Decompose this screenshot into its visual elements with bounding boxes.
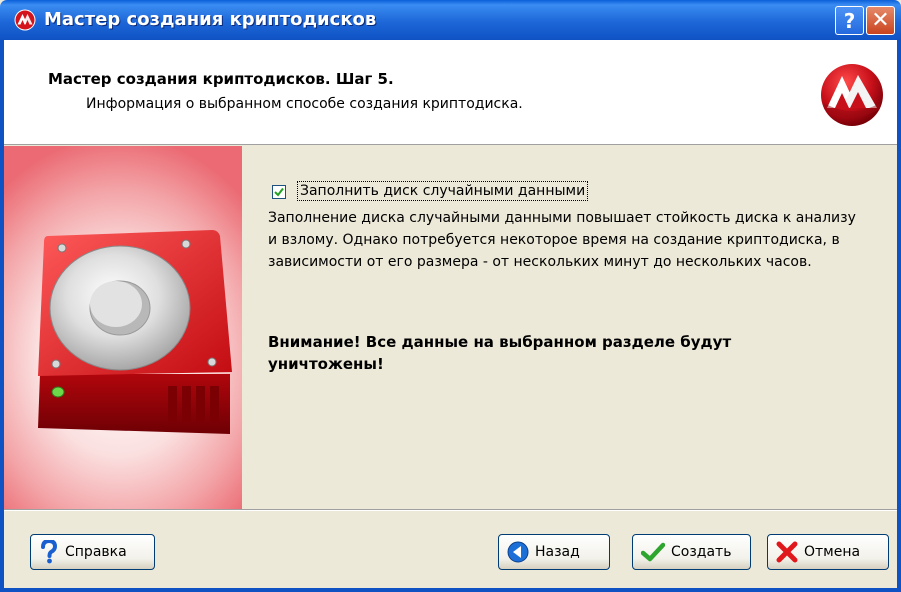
wizard-header: Мастер создания криптодисков. Шаг 5. Инф… <box>4 40 897 145</box>
checkmark-icon <box>274 187 284 197</box>
cancel-button-label: Отмена <box>804 544 861 560</box>
step-content: Заполнить диск случайными данными Заполн… <box>242 146 897 510</box>
window-title: Мастер создания криптодисков <box>44 9 377 30</box>
back-button-label: Назад <box>535 544 580 560</box>
titlebar-close-button[interactable]: ✕ <box>866 6 895 35</box>
question-mark-icon: ? <box>843 8 856 33</box>
window-frame-left <box>0 40 4 592</box>
window-frame-right <box>897 40 901 592</box>
wizard-footer: Справка Назад Создать Отмена <box>4 510 897 589</box>
app-logo-icon <box>14 9 36 31</box>
create-button-label: Создать <box>671 544 732 560</box>
fill-random-checkbox[interactable] <box>272 185 286 199</box>
question-mark-icon <box>41 540 58 564</box>
fill-random-description: Заполнение диска случайными данными повы… <box>268 210 856 270</box>
back-button[interactable]: Назад <box>498 534 610 570</box>
step-title: Мастер создания криптодисков. Шаг 5. <box>48 70 394 88</box>
window-frame-bottom <box>0 588 901 592</box>
cancel-button[interactable]: Отмена <box>767 534 889 570</box>
data-loss-warning: Внимание! Все данные на выбранном раздел… <box>268 333 732 373</box>
checkmark-icon <box>641 542 665 562</box>
back-arrow-icon <box>507 541 529 563</box>
fill-random-checkbox-label[interactable]: Заполнить диск случайными данными <box>297 181 589 201</box>
title-bar[interactable]: Мастер создания криптодисков ? ✕ <box>0 0 901 40</box>
step-subtitle: Информация о выбранном способе создания … <box>86 96 523 112</box>
brand-logo-icon <box>821 64 883 126</box>
red-x-icon <box>776 541 798 563</box>
side-image-panel <box>4 146 242 510</box>
red-hard-drive-icon <box>38 230 232 434</box>
create-button[interactable]: Создать <box>632 534 751 570</box>
titlebar-help-button[interactable]: ? <box>835 6 864 35</box>
help-button[interactable]: Справка <box>30 534 155 570</box>
help-button-label: Справка <box>65 544 127 560</box>
close-icon: ✕ <box>871 8 890 33</box>
